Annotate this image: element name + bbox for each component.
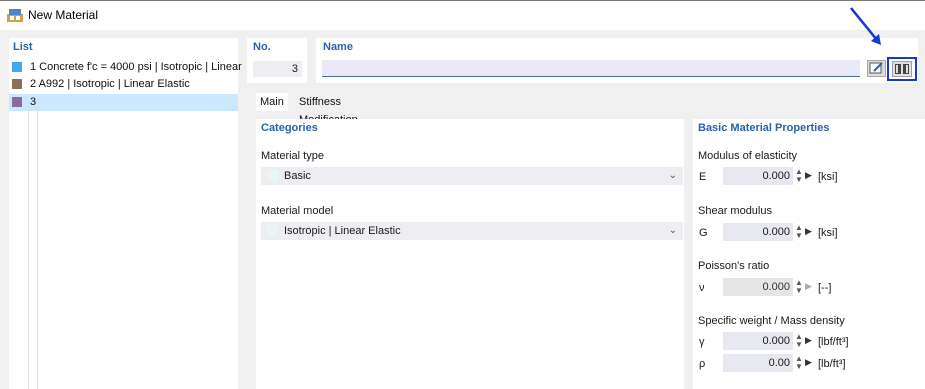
tree-guide-line (37, 111, 38, 389)
material-model-value: Isotropic | Linear Elastic (284, 225, 401, 237)
specific-weight-unit: [lbf/ft³] (818, 336, 849, 348)
play-arrow-icon[interactable]: ▶ (805, 357, 812, 368)
rho-symbol: ρ (699, 358, 706, 370)
poisson-input[interactable]: 0.000 (723, 278, 793, 296)
number-field[interactable]: 3 (253, 61, 302, 77)
edit-name-button[interactable] (867, 60, 886, 77)
material-library-button[interactable] (892, 61, 912, 77)
library-highlight-frame (887, 57, 917, 81)
material-color-swatch (12, 62, 22, 72)
material-app-icon (7, 9, 23, 22)
modulus-input[interactable]: 0.000 (723, 167, 793, 185)
list-item-label: 2 A992 | Isotropic | Linear Elastic (30, 78, 190, 90)
modulus-symbol: E (699, 171, 707, 183)
material-type-select[interactable]: Basic ⌄ (261, 167, 683, 185)
spin-arrows-icon[interactable]: ▲ ▼ (795, 279, 803, 295)
shear-input[interactable]: 0.000 (723, 223, 793, 241)
specific-weight-input[interactable]: 0.000 (723, 332, 793, 350)
tab-main[interactable]: Main (256, 93, 288, 111)
material-type-color-chip (267, 170, 278, 181)
material-color-swatch (12, 97, 22, 107)
pointer-arrow-icon (850, 7, 881, 45)
material-type-value: Basic (284, 170, 311, 182)
name-header: Name (323, 41, 353, 53)
categories-header: Categories (261, 122, 318, 134)
list-header: List (13, 41, 33, 53)
number-header: No. (253, 41, 271, 53)
list-item-selected[interactable]: 3 (9, 94, 238, 111)
material-type-label: Material type (261, 150, 324, 162)
poisson-label: Poisson's ratio (698, 260, 770, 272)
gamma-symbol: γ (699, 336, 705, 348)
modulus-unit: [ksi] (818, 171, 838, 183)
name-section: Name (316, 38, 918, 83)
list-item-label: 1 Concrete f'c = 4000 psi | Isotropic | … (30, 61, 242, 73)
play-arrow-icon[interactable]: ▶ (805, 335, 812, 346)
play-arrow-icon[interactable]: ▶ (805, 170, 812, 181)
weight-label: Specific weight / Mass density (698, 315, 845, 327)
list-item[interactable]: 1 Concrete f'c = 4000 psi | Isotropic | … (9, 59, 242, 76)
spin-arrows-icon[interactable]: ▲ ▼ (795, 333, 803, 349)
modulus-label: Modulus of elasticity (698, 150, 798, 162)
poisson-unit: [--] (818, 282, 832, 294)
mass-density-unit: [lb/ft³] (818, 358, 846, 370)
material-color-swatch (12, 79, 22, 89)
basic-properties-panel: Basic Material Properties Modulus of ela… (693, 119, 925, 389)
edit-name-icon (869, 62, 883, 74)
material-list: List 1 Concrete f'c = 4000 psi | Isotrop… (9, 38, 242, 389)
shear-label: Shear modulus (698, 205, 772, 217)
spin-arrows-icon[interactable]: ▲ ▼ (795, 224, 803, 240)
spin-arrows-icon[interactable]: ▲ ▼ (795, 355, 803, 371)
window-title: New Material (28, 8, 99, 22)
tab-stiffness-modification[interactable]: Stiffness Modification (295, 93, 362, 126)
properties-header: Basic Material Properties (698, 122, 830, 134)
chevron-down-icon: ⌄ (668, 225, 677, 236)
name-input[interactable] (322, 60, 860, 77)
mass-density-input[interactable]: 0.00 (723, 354, 793, 372)
play-arrow-icon[interactable]: ▶ (805, 226, 812, 237)
number-section: No. 3 (247, 38, 307, 83)
chevron-down-icon: ⌄ (668, 170, 677, 181)
tree-guide-line (28, 111, 29, 389)
poisson-symbol: ν (699, 282, 705, 294)
material-library-book-icon (895, 64, 909, 74)
categories-panel: Categories Material type Basic ⌄ Materia… (256, 119, 684, 389)
shear-symbol: G (699, 227, 708, 239)
spin-arrows-icon[interactable]: ▲ ▼ (795, 168, 803, 184)
title-bar: New Material (0, 0, 925, 30)
material-model-label: Material model (261, 205, 334, 217)
list-item-label: 3 (30, 96, 37, 108)
material-model-color-chip (267, 225, 278, 236)
material-model-select[interactable]: Isotropic | Linear Elastic ⌄ (261, 222, 683, 240)
shear-unit: [ksi] (818, 227, 838, 239)
list-item[interactable]: 2 A992 | Isotropic | Linear Elastic (9, 76, 238, 93)
play-arrow-icon[interactable]: ▶ (805, 281, 812, 292)
